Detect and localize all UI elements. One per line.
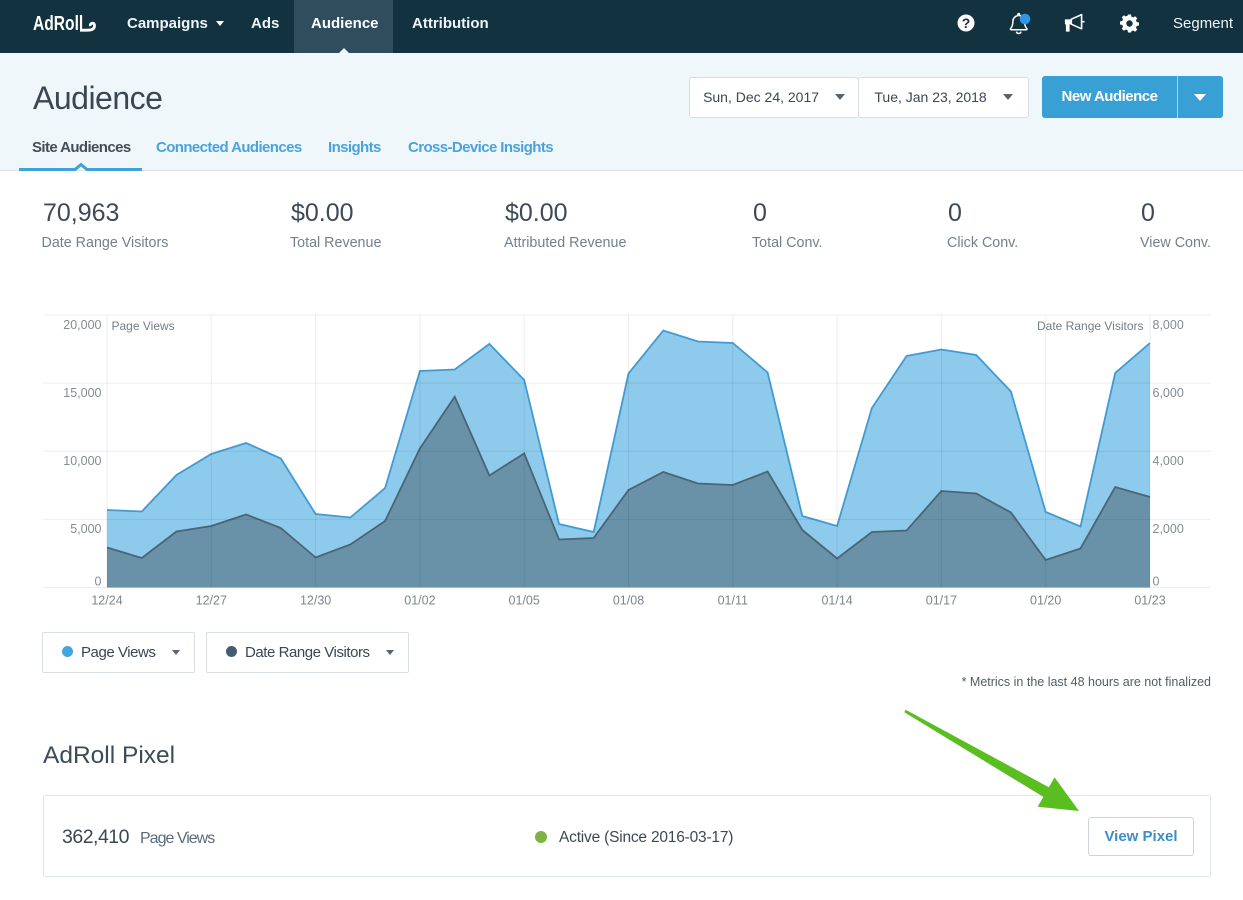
svg-text:01/02: 01/02 <box>404 594 435 608</box>
svg-text:01/05: 01/05 <box>509 594 540 608</box>
svg-text:4,000: 4,000 <box>1153 454 1184 468</box>
svg-text:15,000: 15,000 <box>63 386 101 400</box>
svg-text:01/08: 01/08 <box>613 594 644 608</box>
svg-text:2,000: 2,000 <box>1153 522 1184 536</box>
svg-text:0: 0 <box>1153 575 1160 589</box>
svg-text:12/27: 12/27 <box>196 594 227 608</box>
svg-text:Date Range Visitors: Date Range Visitors <box>1037 319 1144 333</box>
svg-text:10,000: 10,000 <box>63 454 101 468</box>
svg-text:6,000: 6,000 <box>1153 386 1184 400</box>
svg-text:12/24: 12/24 <box>91 594 122 608</box>
svg-text:20,000: 20,000 <box>63 318 101 332</box>
svg-text:0: 0 <box>95 575 102 589</box>
svg-text:01/23: 01/23 <box>1134 594 1165 608</box>
svg-text:Page Views: Page Views <box>112 319 175 333</box>
svg-text:01/14: 01/14 <box>821 594 852 608</box>
svg-text:01/20: 01/20 <box>1030 594 1061 608</box>
svg-text:12/30: 12/30 <box>300 594 331 608</box>
svg-text:01/17: 01/17 <box>926 594 957 608</box>
svg-text:5,000: 5,000 <box>70 522 101 536</box>
svg-text:01/11: 01/11 <box>718 594 748 608</box>
svg-text:8,000: 8,000 <box>1153 318 1184 332</box>
svg-text:?: ? <box>962 15 971 31</box>
